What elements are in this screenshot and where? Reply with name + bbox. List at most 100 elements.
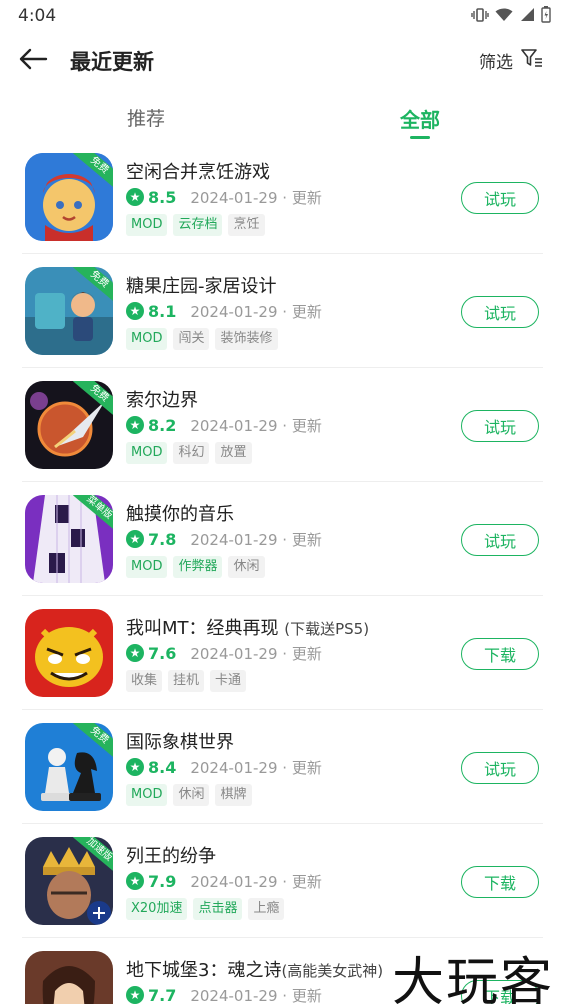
tag: 作弊器	[173, 556, 223, 578]
tag: 棋牌	[215, 784, 252, 806]
tag: 烹饪	[228, 214, 265, 236]
download-button[interactable]: 下载	[461, 638, 539, 670]
active-tab-indicator	[410, 136, 430, 139]
tag-list: X20加速 点击器 上瘾	[126, 898, 285, 920]
rating-score: 7.8	[148, 529, 177, 549]
page-title: 最近更新	[70, 50, 154, 74]
tag: MOD	[126, 442, 168, 464]
list-item[interactable]: 免费 糖果庄园-家居设计 ★ 8.1 2024-01-29 · 更新 MOD 闯…	[0, 254, 565, 368]
tag-list: MOD 科幻 放置	[126, 442, 252, 464]
update-date: 2024-01-29 · 更新	[190, 416, 322, 435]
app-icon	[25, 609, 113, 697]
list-item[interactable]: 免费 空闲合并烹饪游戏 ★ 8.5 2024-01-29 · 更新 MOD 云存…	[0, 140, 565, 254]
rating-row: ★ 8.1 2024-01-29 · 更新	[126, 300, 322, 322]
tag: MOD	[126, 556, 168, 578]
header: 最近更新 筛选	[0, 38, 565, 84]
tag: 休闲	[173, 784, 210, 806]
status-icons	[471, 6, 551, 27]
star-icon: ★	[126, 416, 144, 434]
list-item[interactable]: 我叫MT：经典再现 (下载送PS5) ★ 7.6 2024-01-29 · 更新…	[0, 596, 565, 710]
rating-score: 8.5	[148, 187, 177, 207]
app-name: 地下城堡3：魂之诗(高能美女武神)	[126, 960, 384, 981]
battery-icon	[541, 6, 551, 27]
update-date: 2024-01-29 · 更新	[190, 986, 322, 1004]
vibrate-icon	[471, 7, 489, 27]
star-icon: ★	[126, 758, 144, 776]
app-name: 糖果庄园-家居设计	[126, 276, 277, 297]
app-name: 触摸你的音乐	[126, 504, 234, 525]
star-icon: ★	[126, 188, 144, 206]
rating-row: ★ 8.4 2024-01-29 · 更新	[126, 756, 322, 778]
app-icon: 免费	[25, 153, 113, 241]
update-date: 2024-01-29 · 更新	[190, 644, 322, 663]
update-date: 2024-01-29 · 更新	[190, 530, 322, 549]
app-name: 我叫MT：经典再现 (下载送PS5)	[126, 618, 370, 639]
try-button[interactable]: 试玩	[461, 410, 539, 442]
tag: 卡通	[210, 670, 247, 692]
star-icon: ★	[126, 530, 144, 548]
tag: 放置	[215, 442, 252, 464]
list-item[interactable]: 菜单版 触摸你的音乐 ★ 7.8 2024-01-29 · 更新 MOD 作弊器…	[0, 482, 565, 596]
tag-list: MOD 作弊器 休闲	[126, 556, 265, 578]
tag: MOD	[126, 784, 168, 806]
rating-row: ★ 8.5 2024-01-29 · 更新	[126, 186, 322, 208]
list-item[interactable]: 加速版 列王的纷争 ★ 7.9 2024-01-29 · 更新 X20加速 点击…	[0, 824, 565, 938]
filter-icon	[521, 48, 543, 73]
status-time: 4:04	[18, 6, 57, 26]
app-name: 列王的纷争	[126, 846, 216, 867]
try-button[interactable]: 试玩	[461, 296, 539, 328]
app-name: 国际象棋世界	[126, 732, 234, 753]
tag: 休闲	[228, 556, 265, 578]
star-icon: ★	[126, 986, 144, 1004]
update-date: 2024-01-29 · 更新	[190, 758, 322, 777]
star-icon: ★	[126, 872, 144, 890]
try-button[interactable]: 试玩	[461, 182, 539, 214]
filter-label: 筛选	[479, 53, 513, 73]
rating-row: ★ 7.7 2024-01-29 · 更新	[126, 984, 322, 1004]
download-button[interactable]: 下载	[461, 866, 539, 898]
rating-score: 8.2	[148, 415, 177, 435]
tag-list: 收集 挂机 卡通	[126, 670, 247, 692]
tag: X20加速	[126, 898, 188, 920]
arrow-left-icon	[18, 48, 48, 74]
wifi-icon	[495, 7, 513, 26]
try-button[interactable]: 试玩	[461, 752, 539, 784]
tab-recommended[interactable]: 推荐	[127, 104, 165, 131]
rating-score: 7.6	[148, 643, 177, 663]
tag: 收集	[126, 670, 163, 692]
tag-list: MOD 闯关 装饰装修	[126, 328, 278, 350]
app-name: 索尔边界	[126, 390, 198, 411]
tag: 闯关	[173, 328, 210, 350]
try-button[interactable]: 试玩	[461, 524, 539, 556]
star-icon: ★	[126, 302, 144, 320]
update-date: 2024-01-29 · 更新	[190, 872, 322, 891]
app-icon: 免费	[25, 723, 113, 811]
rating-score: 8.1	[148, 301, 177, 321]
tag: MOD	[126, 328, 168, 350]
tag: 上瘾	[248, 898, 285, 920]
tag: MOD	[126, 214, 168, 236]
filter-button[interactable]: 筛选	[479, 48, 543, 73]
tag: 挂机	[168, 670, 205, 692]
tag-list: MOD 休闲 棋牌	[126, 784, 252, 806]
tag: 云存档	[173, 214, 223, 236]
back-button[interactable]	[18, 46, 52, 76]
app-icon: 加速版	[25, 837, 113, 925]
rating-row: ★ 7.9 2024-01-29 · 更新	[126, 870, 322, 892]
app-icon: 菜单版	[25, 495, 113, 583]
app-icon: 免费	[25, 381, 113, 469]
status-bar: 4:04	[0, 0, 565, 32]
star-icon: ★	[126, 644, 144, 662]
list-item[interactable]: 免费 国际象棋世界 ★ 8.4 2024-01-29 · 更新 MOD 休闲 棋…	[0, 710, 565, 824]
signal-icon	[519, 7, 535, 26]
rating-score: 7.7	[148, 985, 177, 1004]
list-item[interactable]: 免费 索尔边界 ★ 8.2 2024-01-29 · 更新 MOD 科幻 放置 …	[0, 368, 565, 482]
tag: 点击器	[193, 898, 243, 920]
rating-row: ★ 8.2 2024-01-29 · 更新	[126, 414, 322, 436]
tag-list: MOD 云存档 烹饪	[126, 214, 265, 236]
tab-all[interactable]: 全部	[400, 104, 440, 133]
tag: 科幻	[173, 442, 210, 464]
app-icon	[25, 951, 113, 1004]
app-icon: 免费	[25, 267, 113, 355]
rating-row: ★ 7.6 2024-01-29 · 更新	[126, 642, 322, 664]
